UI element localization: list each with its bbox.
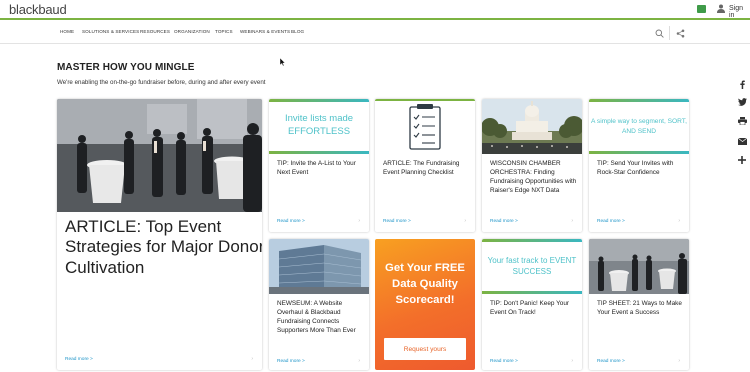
card-title[interactable]: TIP SHEET: 21 Ways to Make Your Event a … bbox=[597, 300, 683, 318]
capitol-photo bbox=[482, 99, 582, 154]
sign-in-link[interactable]: Sign in bbox=[729, 5, 750, 19]
read-more-link[interactable]: Read more > bbox=[490, 359, 518, 364]
event-success-banner: Your fast track to EVENT SUCCESS bbox=[482, 239, 582, 294]
chevron-right-icon: › bbox=[571, 358, 573, 364]
mouse-pointer-icon bbox=[280, 58, 286, 67]
top-bar: blackbaud Sign in bbox=[0, 0, 750, 20]
user-icon[interactable] bbox=[717, 4, 725, 13]
facebook-icon[interactable] bbox=[736, 79, 748, 89]
chevron-right-icon: › bbox=[358, 218, 360, 224]
read-more-link[interactable]: Read more > bbox=[490, 219, 518, 224]
page-subtitle: We're enabling the on-the-go fundraiser … bbox=[57, 79, 266, 86]
article-card[interactable]: Invite lists made EFFORTLESS TIP: Invite… bbox=[269, 99, 369, 232]
search-icon[interactable] bbox=[651, 25, 667, 41]
promo-headline: Get Your FREE Data Quality Scorecard! bbox=[385, 262, 465, 306]
card-title[interactable]: TIP: Send Your Invites with Rock-Star Co… bbox=[597, 160, 683, 178]
nav-topics[interactable]: TOPICS bbox=[215, 29, 233, 34]
segment-banner: A simple way to segment, SORT, AND SEND bbox=[589, 99, 689, 154]
newseum-building-photo bbox=[269, 239, 369, 294]
blackbaud-logo[interactable]: blackbaud bbox=[9, 2, 67, 17]
article-card[interactable]: WISCONSIN CHAMBER ORCHESTRA: Finding Fun… bbox=[482, 99, 582, 232]
card-title[interactable]: TIP: Invite the A-List to Your Next Even… bbox=[277, 160, 363, 178]
nav-solutions[interactable]: SOLUTIONS & SERVICES bbox=[82, 29, 139, 34]
plus-icon[interactable] bbox=[736, 155, 748, 165]
nav-organization[interactable]: ORGANIZATION bbox=[174, 29, 210, 34]
article-card[interactable]: Your fast track to EVENT SUCCESS TIP: Do… bbox=[482, 239, 582, 370]
event-photo bbox=[57, 99, 262, 212]
page-title: MASTER HOW YOU MINGLE bbox=[57, 62, 195, 73]
featured-article-card[interactable]: ARTICLE: Top Event Strategies for Major … bbox=[57, 99, 262, 370]
card-title[interactable]: NEWSEUM: A Website Overhaul & Blackbaud … bbox=[277, 300, 365, 336]
chevron-right-icon: › bbox=[251, 356, 253, 362]
banner-text: A simple way to segment, SORT, AND SEND bbox=[591, 118, 687, 135]
banner-text: Invite lists made EFFORTLESS bbox=[284, 113, 354, 137]
request-yours-button[interactable]: Request yours bbox=[384, 338, 466, 360]
nav-divider bbox=[669, 26, 670, 40]
card-title[interactable]: TIP: Don't Panic! Keep Your Event On Tra… bbox=[490, 300, 576, 318]
nav-resources[interactable]: RESOURCES bbox=[140, 29, 170, 34]
read-more-link[interactable]: Read more > bbox=[277, 359, 305, 364]
read-more-link[interactable]: Read more > bbox=[65, 357, 93, 362]
chevron-right-icon: › bbox=[571, 218, 573, 224]
invite-lists-banner: Invite lists made EFFORTLESS bbox=[269, 99, 369, 154]
article-card[interactable]: TIP SHEET: 21 Ways to Make Your Event a … bbox=[589, 239, 689, 370]
card-title[interactable]: ARTICLE: The Fundraising Event Planning … bbox=[383, 160, 469, 178]
print-icon[interactable] bbox=[736, 116, 748, 126]
main-nav: HOME SOLUTIONS & SERVICES RESOURCES ORGA… bbox=[0, 22, 750, 44]
chevron-right-icon: › bbox=[678, 358, 680, 364]
checklist-illustration bbox=[375, 99, 475, 154]
banner-text: Your fast track to EVENT SUCCESS bbox=[487, 256, 577, 277]
read-more-link[interactable]: Read more > bbox=[383, 219, 411, 224]
email-icon[interactable] bbox=[736, 136, 748, 146]
nav-blog[interactable]: BLOG bbox=[291, 29, 304, 34]
read-more-link[interactable]: Read more > bbox=[597, 219, 625, 224]
card-title[interactable]: WISCONSIN CHAMBER ORCHESTRA: Finding Fun… bbox=[490, 160, 578, 196]
share-icon[interactable] bbox=[672, 25, 688, 41]
chevron-right-icon: › bbox=[678, 218, 680, 224]
featured-article-title[interactable]: ARTICLE: Top Event Strategies for Major … bbox=[65, 217, 262, 278]
article-card[interactable]: A simple way to segment, SORT, AND SEND … bbox=[589, 99, 689, 232]
read-more-link[interactable]: Read more > bbox=[277, 219, 305, 224]
chevron-right-icon: › bbox=[464, 218, 466, 224]
nav-webinars-events[interactable]: WEBINARS & EVENTS bbox=[240, 29, 290, 34]
read-more-link[interactable]: Read more > bbox=[597, 359, 625, 364]
event-crowd-photo bbox=[589, 239, 689, 294]
twitter-icon[interactable] bbox=[736, 97, 748, 107]
nav-home[interactable]: HOME bbox=[60, 29, 74, 34]
mail-icon[interactable] bbox=[697, 5, 706, 13]
article-card[interactable]: NEWSEUM: A Website Overhaul & Blackbaud … bbox=[269, 239, 369, 370]
article-card[interactable]: ARTICLE: The Fundraising Event Planning … bbox=[375, 99, 475, 232]
chevron-right-icon: › bbox=[358, 358, 360, 364]
data-quality-promo[interactable]: Get Your FREE Data Quality Scorecard! Re… bbox=[375, 239, 475, 370]
